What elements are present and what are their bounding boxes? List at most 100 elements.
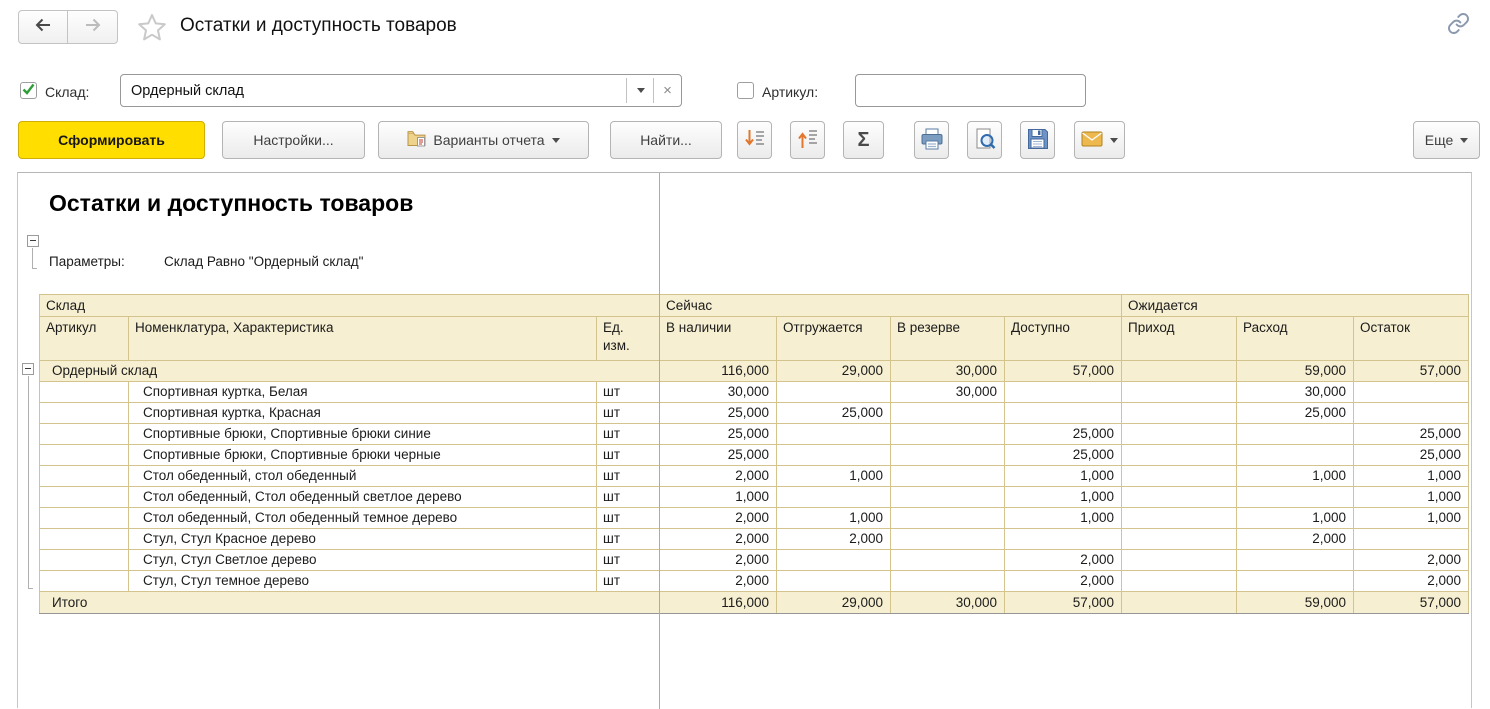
nomenclature-cell[interactable]: Стул, Стул Светлое дерево bbox=[129, 550, 597, 571]
value-cell[interactable] bbox=[1005, 403, 1122, 424]
nomenclature-cell[interactable]: Стол обеденный, стол обеденный bbox=[129, 466, 597, 487]
report-variants-button[interactable]: Варианты отчета bbox=[378, 121, 589, 159]
save-button[interactable] bbox=[1020, 121, 1055, 159]
expand-groups-button[interactable] bbox=[790, 121, 825, 159]
value-cell[interactable] bbox=[1122, 382, 1237, 403]
value-cell[interactable] bbox=[777, 571, 891, 592]
value-cell[interactable] bbox=[1354, 529, 1469, 550]
article-cell[interactable] bbox=[40, 508, 129, 529]
print-preview-button[interactable] bbox=[967, 121, 1002, 159]
value-cell[interactable]: 1,000 bbox=[1354, 466, 1469, 487]
value-cell[interactable] bbox=[891, 529, 1005, 550]
value-cell[interactable]: 2,000 bbox=[1005, 571, 1122, 592]
group-value-cell[interactable]: 57,000 bbox=[1005, 361, 1122, 382]
value-cell[interactable] bbox=[1354, 403, 1469, 424]
value-cell[interactable]: 2,000 bbox=[1354, 571, 1469, 592]
value-cell[interactable] bbox=[1122, 466, 1237, 487]
unit-cell[interactable]: шт bbox=[597, 445, 660, 466]
value-cell[interactable]: 1,000 bbox=[1237, 508, 1354, 529]
unit-cell[interactable]: шт bbox=[597, 487, 660, 508]
value-cell[interactable]: 2,000 bbox=[1354, 550, 1469, 571]
unit-cell[interactable]: шт bbox=[597, 529, 660, 550]
parameters-collapse-toggle[interactable] bbox=[27, 235, 39, 247]
article-checkbox[interactable] bbox=[737, 82, 754, 99]
article-cell[interactable] bbox=[40, 571, 129, 592]
nomenclature-cell[interactable]: Спортивная куртка, Белая bbox=[129, 382, 597, 403]
group-value-cell[interactable]: 29,000 bbox=[777, 361, 891, 382]
total-value-cell[interactable]: 57,000 bbox=[1005, 592, 1122, 614]
value-cell[interactable] bbox=[1354, 382, 1469, 403]
value-cell[interactable] bbox=[777, 445, 891, 466]
unit-cell[interactable]: шт bbox=[597, 424, 660, 445]
table-row[interactable]: Стол обеденный, Стол обеденный светлое д… bbox=[40, 487, 1469, 508]
warehouse-dropdown-button[interactable] bbox=[627, 75, 654, 106]
print-button[interactable] bbox=[914, 121, 949, 159]
value-cell[interactable]: 25,000 bbox=[1354, 424, 1469, 445]
article-cell[interactable] bbox=[40, 382, 129, 403]
total-value-cell[interactable] bbox=[1122, 592, 1237, 614]
value-cell[interactable] bbox=[1122, 445, 1237, 466]
value-cell[interactable]: 25,000 bbox=[660, 403, 777, 424]
value-cell[interactable]: 1,000 bbox=[1237, 466, 1354, 487]
more-button[interactable]: Еще bbox=[1413, 121, 1480, 159]
value-cell[interactable] bbox=[1237, 445, 1354, 466]
unit-cell[interactable]: шт bbox=[597, 508, 660, 529]
unit-cell[interactable]: шт bbox=[597, 382, 660, 403]
group-value-cell[interactable] bbox=[1122, 361, 1237, 382]
value-cell[interactable]: 1,000 bbox=[660, 487, 777, 508]
value-cell[interactable]: 1,000 bbox=[1354, 487, 1469, 508]
nomenclature-cell[interactable]: Спортивная куртка, Красная bbox=[129, 403, 597, 424]
collapse-groups-button[interactable] bbox=[737, 121, 772, 159]
article-cell[interactable] bbox=[40, 487, 129, 508]
value-cell[interactable]: 25,000 bbox=[660, 424, 777, 445]
nomenclature-cell[interactable]: Спортивные брюки, Спортивные брюки черны… bbox=[129, 445, 597, 466]
total-value-cell[interactable]: 116,000 bbox=[660, 592, 777, 614]
value-cell[interactable] bbox=[891, 445, 1005, 466]
value-cell[interactable] bbox=[777, 550, 891, 571]
value-cell[interactable]: 2,000 bbox=[777, 529, 891, 550]
table-row[interactable]: Стол обеденный, стол обеденныйшт2,0001,0… bbox=[40, 466, 1469, 487]
value-cell[interactable] bbox=[1122, 403, 1237, 424]
warehouse-clear-button[interactable]: × bbox=[654, 75, 681, 106]
value-cell[interactable]: 30,000 bbox=[891, 382, 1005, 403]
total-label-cell[interactable]: Итого bbox=[40, 592, 660, 614]
value-cell[interactable] bbox=[1122, 424, 1237, 445]
favorite-star-icon[interactable] bbox=[137, 13, 167, 47]
unit-cell[interactable]: шт bbox=[597, 403, 660, 424]
value-cell[interactable]: 2,000 bbox=[660, 508, 777, 529]
value-cell[interactable] bbox=[891, 571, 1005, 592]
warehouse-input[interactable] bbox=[121, 75, 681, 106]
table-row[interactable]: Спортивные брюки, Спортивные брюки синие… bbox=[40, 424, 1469, 445]
table-row[interactable]: Стул, Стул темное деревошт2,0002,0002,00… bbox=[40, 571, 1469, 592]
value-cell[interactable]: 30,000 bbox=[1237, 382, 1354, 403]
table-row[interactable]: Стул, Стул Красное деревошт2,0002,0002,0… bbox=[40, 529, 1469, 550]
value-cell[interactable] bbox=[891, 466, 1005, 487]
generate-button[interactable]: Сформировать bbox=[18, 121, 205, 159]
value-cell[interactable]: 2,000 bbox=[1237, 529, 1354, 550]
article-cell[interactable] bbox=[40, 445, 129, 466]
totals-button[interactable]: Σ bbox=[843, 121, 884, 159]
total-row[interactable]: Итого116,00029,00030,00057,00059,00057,0… bbox=[40, 592, 1469, 614]
value-cell[interactable] bbox=[1122, 508, 1237, 529]
value-cell[interactable]: 25,000 bbox=[1005, 445, 1122, 466]
value-cell[interactable] bbox=[891, 403, 1005, 424]
article-input[interactable] bbox=[855, 74, 1086, 107]
value-cell[interactable] bbox=[1122, 571, 1237, 592]
value-cell[interactable]: 1,000 bbox=[1354, 508, 1469, 529]
table-row[interactable]: Спортивная куртка, Белаяшт30,00030,00030… bbox=[40, 382, 1469, 403]
value-cell[interactable]: 2,000 bbox=[1005, 550, 1122, 571]
value-cell[interactable] bbox=[1122, 487, 1237, 508]
article-cell[interactable] bbox=[40, 403, 129, 424]
link-icon[interactable] bbox=[1447, 12, 1470, 40]
article-cell[interactable] bbox=[40, 466, 129, 487]
group-collapse-toggle[interactable] bbox=[22, 363, 34, 375]
value-cell[interactable]: 2,000 bbox=[660, 550, 777, 571]
group-value-cell[interactable]: 59,000 bbox=[1237, 361, 1354, 382]
group-value-cell[interactable]: 116,000 bbox=[660, 361, 777, 382]
nomenclature-cell[interactable]: Стул, Стул Красное дерево bbox=[129, 529, 597, 550]
value-cell[interactable] bbox=[891, 487, 1005, 508]
total-value-cell[interactable]: 57,000 bbox=[1354, 592, 1469, 614]
value-cell[interactable] bbox=[1122, 529, 1237, 550]
value-cell[interactable] bbox=[891, 424, 1005, 445]
value-cell[interactable] bbox=[1237, 571, 1354, 592]
